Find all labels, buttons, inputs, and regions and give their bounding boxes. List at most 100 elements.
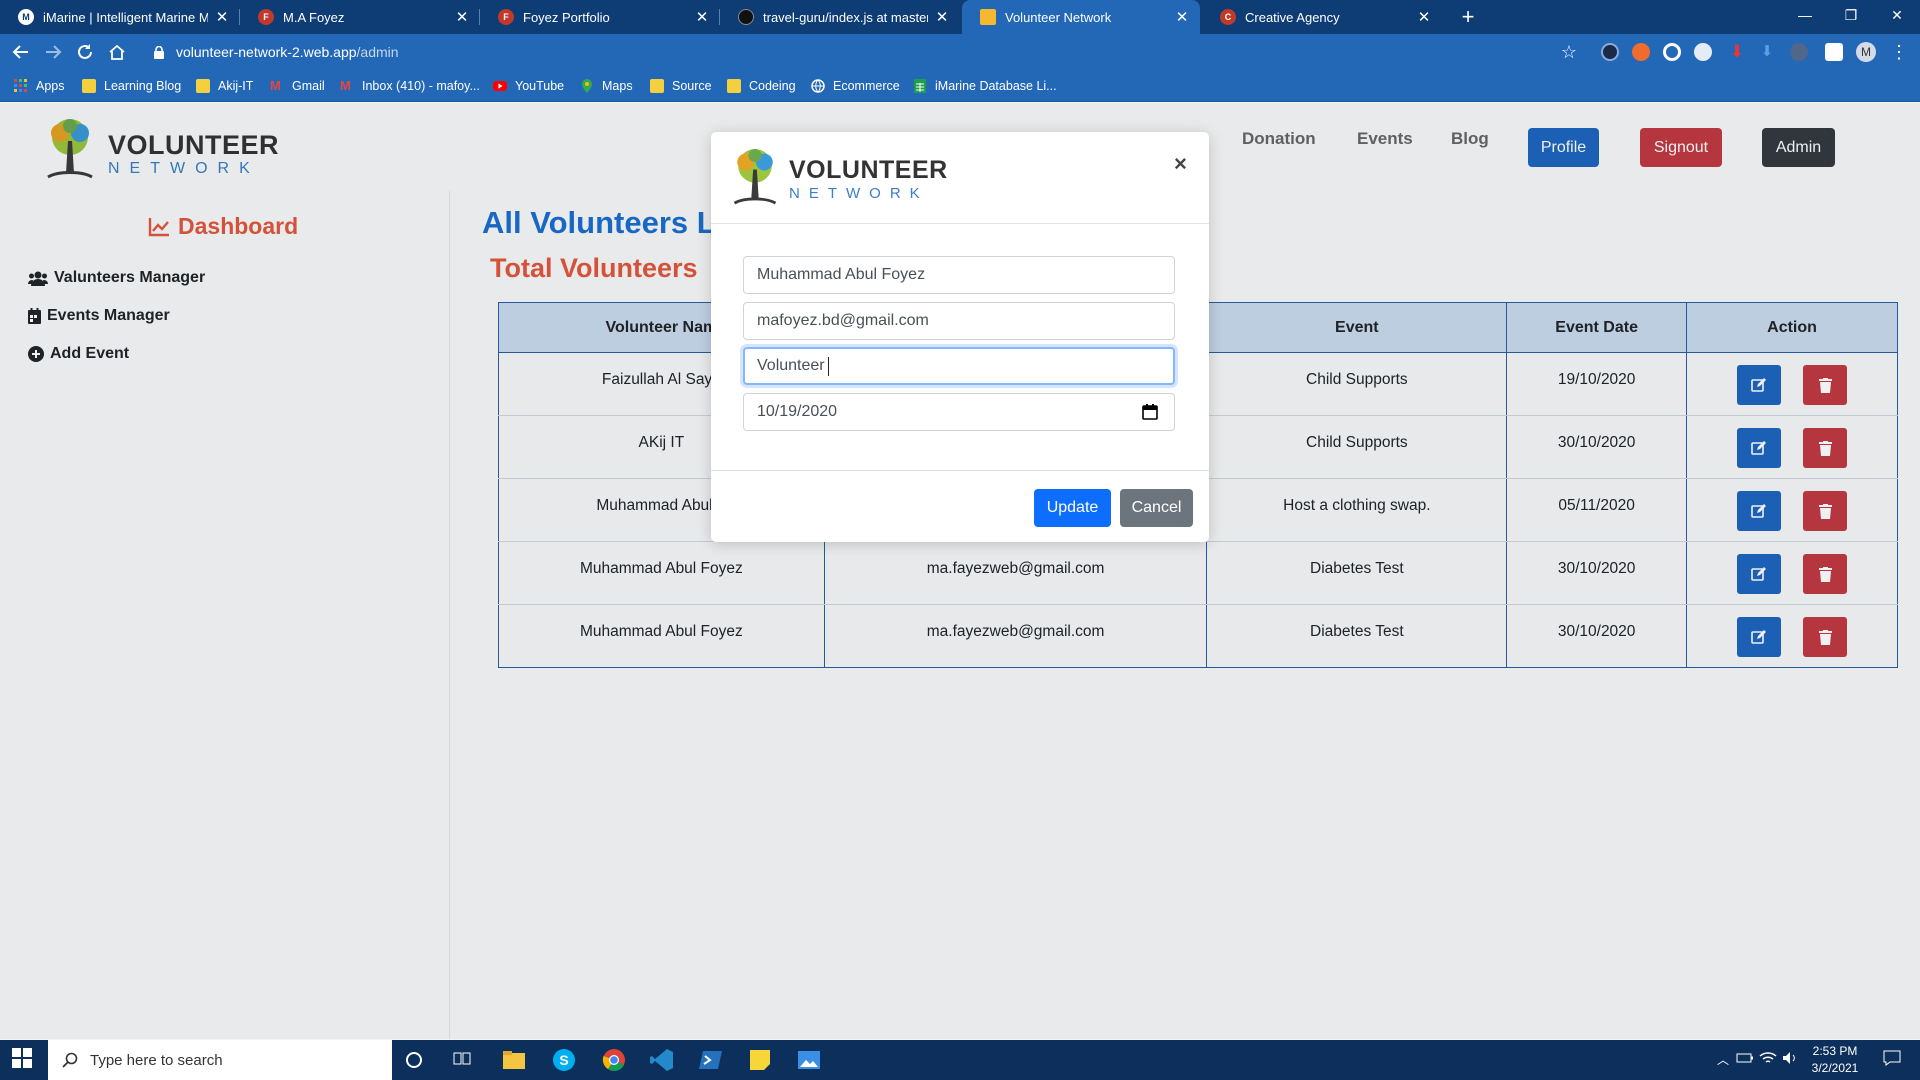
close-tab-icon[interactable]: ✕: [214, 8, 230, 26]
bookmark-inbox[interactable]: M Inbox (410) - mafoy...: [340, 77, 480, 95]
bookmark-akij-it[interactable]: Akij-IT: [196, 77, 253, 95]
update-button[interactable]: Update: [1034, 489, 1111, 527]
bookmark-star-icon[interactable]: ☆: [1556, 39, 1582, 65]
name-input-value: Muhammad Abul Foyez: [757, 266, 926, 283]
skype-icon[interactable]: S: [552, 1048, 576, 1072]
chevron-up-icon[interactable]: ︿: [1711, 1048, 1735, 1072]
home-icon[interactable]: [104, 39, 130, 65]
taskbar-search-box[interactable]: Type here to search: [48, 1040, 392, 1080]
system-clock[interactable]: 2:53 PM 3/2/2021: [1800, 1043, 1870, 1077]
bookmark-label: Akij-IT: [218, 79, 254, 93]
windows-taskbar: Type here to search S ︿ 2:53 PM 3/2/2021: [0, 1040, 1920, 1080]
battery-icon[interactable]: [1735, 1048, 1759, 1072]
vscode-icon[interactable]: [650, 1048, 674, 1072]
cortana-icon[interactable]: [404, 1048, 428, 1072]
email-input[interactable]: mafoyez.bd@gmail.com: [743, 302, 1175, 340]
sticky-notes-icon[interactable]: [748, 1048, 772, 1072]
browser-tab[interactable]: C Creative Agency ✕: [1202, 0, 1442, 34]
close-tab-icon[interactable]: ✕: [694, 8, 710, 26]
browser-tab[interactable]: F M.A Foyez ✕: [240, 0, 480, 34]
bookmark-label: Source: [672, 79, 712, 93]
profile-avatar[interactable]: M: [1856, 42, 1876, 62]
extension-icon[interactable]: [1790, 43, 1808, 61]
text-caret: [827, 356, 829, 376]
bookmark-gmail[interactable]: M Gmail: [270, 77, 325, 95]
restore-window-icon[interactable]: ❐: [1828, 0, 1874, 30]
tab-title: iMarine | Intelligent Marine Mana: [43, 9, 208, 25]
windows-start-icon[interactable]: [12, 1048, 36, 1072]
bookmark-source[interactable]: Source: [650, 77, 712, 95]
extension-icon[interactable]: [1663, 43, 1681, 61]
bookmark-label: Apps: [36, 79, 65, 93]
bookmark-youtube[interactable]: YouTube: [493, 77, 564, 95]
close-tab-icon[interactable]: ✕: [454, 8, 470, 26]
browser-tab-active[interactable]: Volunteer Network ✕: [962, 0, 1200, 34]
role-input[interactable]: Volunteer: [743, 347, 1175, 385]
modal-logo: VOLUNTEER NETWORK: [727, 146, 948, 208]
date-input[interactable]: 10/19/2020: [743, 393, 1175, 431]
search-icon: [62, 1052, 78, 1068]
bookmark-label: Ecommerce: [833, 79, 900, 93]
bookmark-codeing[interactable]: Codeing: [727, 77, 796, 95]
browser-toolbar: volunteer-network-2.web.app/admin ☆ ⬇ ⬇ …: [0, 34, 1920, 70]
svg-text:S: S: [559, 1052, 568, 1068]
bookmark-apps[interactable]: Apps: [14, 77, 65, 95]
folder-icon: [727, 79, 741, 93]
minimize-window-icon[interactable]: —: [1782, 0, 1828, 30]
bookmark-label: Inbox (410) - mafoy...: [362, 79, 480, 93]
chrome-icon[interactable]: [602, 1048, 626, 1072]
bookmark-label: Maps: [602, 79, 633, 93]
close-window-icon[interactable]: ✕: [1874, 0, 1920, 30]
wifi-icon[interactable]: [1758, 1048, 1782, 1072]
bookmark-label: YouTube: [515, 79, 565, 93]
portfolio-icon: F: [498, 9, 514, 25]
file-explorer-icon[interactable]: [502, 1048, 526, 1072]
bookmark-ecommerce[interactable]: Ecommerce: [811, 77, 900, 95]
forward-arrow-icon[interactable]: [40, 39, 66, 65]
calendar-picker-icon[interactable]: [1142, 404, 1158, 420]
bookmark-label: Codeing: [749, 79, 796, 93]
bookmark-learning-blog[interactable]: Learning Blog: [82, 77, 181, 95]
download-icon[interactable]: ⬇: [1758, 43, 1776, 61]
close-tab-icon[interactable]: ✕: [1174, 8, 1190, 26]
browser-tab[interactable]: travel-guru/index.js at master · m ✕: [720, 0, 960, 34]
address-bar[interactable]: volunteer-network-2.web.app/admin: [140, 37, 1580, 67]
role-input-value: Volunteer: [757, 357, 825, 374]
powershell-icon[interactable]: [699, 1048, 723, 1072]
task-view-icon[interactable]: [452, 1048, 476, 1072]
download-icon[interactable]: ⬇: [1728, 43, 1746, 61]
extension-icon[interactable]: [1601, 43, 1619, 61]
back-arrow-icon[interactable]: [8, 39, 34, 65]
browser-tab[interactable]: F Foyez Portfolio ✕: [480, 0, 720, 34]
logo-text-primary: VOLUNTEER: [789, 156, 948, 184]
bookmark-label: Gmail: [292, 79, 325, 93]
imarine-icon: M: [18, 9, 34, 25]
clock-time: 2:53 PM: [1812, 1044, 1858, 1058]
photos-icon[interactable]: [797, 1048, 821, 1072]
browser-tab[interactable]: M iMarine | Intelligent Marine Mana ✕: [0, 0, 240, 34]
close-modal-icon[interactable]: ×: [1174, 151, 1187, 177]
bookmark-maps[interactable]: Maps: [580, 77, 633, 95]
edit-volunteer-modal: VOLUNTEER NETWORK × Muhammad Abul Foyez …: [711, 132, 1209, 542]
close-tab-icon[interactable]: ✕: [934, 8, 950, 26]
name-input[interactable]: Muhammad Abul Foyez: [743, 256, 1175, 294]
logo-text-secondary: NETWORK: [789, 185, 929, 202]
extension-icon[interactable]: [1632, 43, 1650, 61]
extension-icon[interactable]: [1694, 43, 1712, 61]
volunteer-icon: [980, 9, 996, 25]
date-input-value: 10/19/2020: [757, 403, 838, 420]
cancel-button[interactable]: Cancel: [1120, 489, 1193, 527]
new-tab-button[interactable]: +: [1455, 4, 1481, 30]
close-tab-icon[interactable]: ✕: [1416, 8, 1432, 26]
clock-date: 3/2/2021: [1811, 1061, 1859, 1075]
gmail-icon: M: [340, 78, 351, 93]
email-input-value: mafoyez.bd@gmail.com: [757, 312, 929, 329]
puzzle-extensions-icon[interactable]: [1825, 43, 1843, 61]
reload-icon[interactable]: [72, 39, 98, 65]
notifications-icon[interactable]: [1882, 1048, 1906, 1072]
globe-icon: [811, 79, 825, 93]
bookmark-imarine-db[interactable]: iMarine Database Li...: [913, 77, 1057, 95]
menu-kebab-icon[interactable]: ⋮: [1886, 39, 1912, 65]
gmail-icon: M: [270, 78, 281, 93]
tab-title: travel-guru/index.js at master · m: [763, 9, 928, 25]
